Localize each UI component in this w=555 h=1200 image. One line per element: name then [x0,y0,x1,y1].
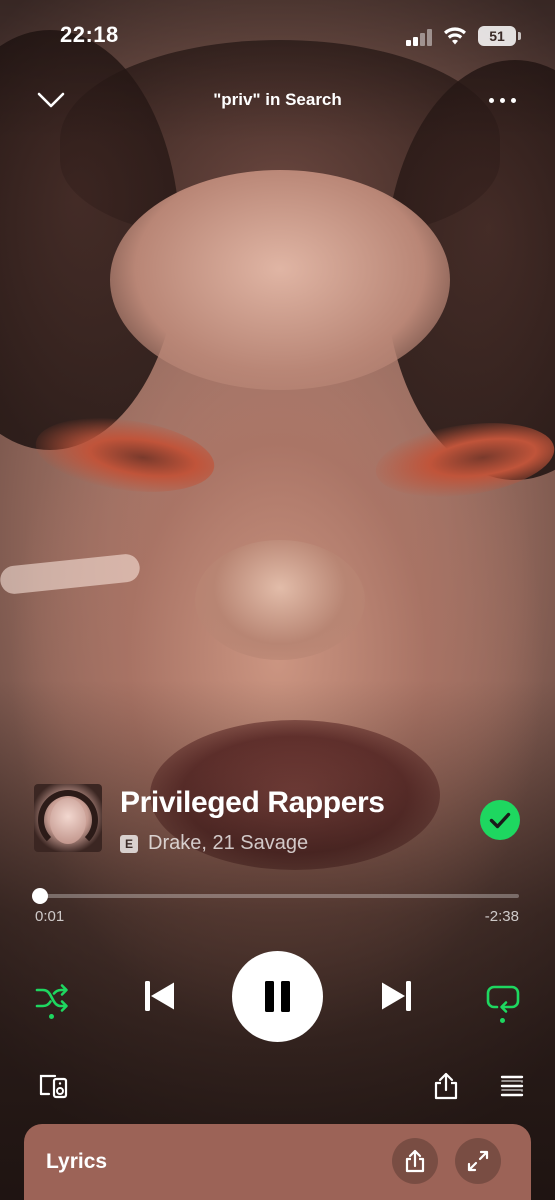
expand-icon [467,1150,489,1172]
lyrics-card[interactable]: Lyrics [24,1124,531,1200]
progress-bar[interactable] [31,888,519,904]
next-icon [382,981,411,1011]
album-cover[interactable] [34,784,102,852]
connect-device-icon [39,1074,68,1099]
pause-button[interactable] [232,951,323,1042]
progress-knob[interactable] [31,888,48,904]
previous-icon [145,981,174,1011]
check-icon [489,812,511,829]
shuffle-icon [35,984,68,1012]
lyrics-title: Lyrics [46,1150,108,1173]
shuffle-button[interactable] [34,980,70,1019]
track-artists-row: E Drake, 21 Savage [120,832,308,855]
player-header: "priv" in Search [0,84,555,118]
connect-device-button[interactable] [38,1070,70,1102]
explicit-badge: E [120,834,138,853]
previous-button[interactable] [140,976,180,1016]
lyrics-share-button[interactable] [392,1138,438,1184]
shuffle-active-dot [49,1014,54,1019]
remaining-time: -2:38 [484,908,519,925]
status-time: 22:18 [60,22,119,47]
queue-button[interactable] [496,1070,528,1102]
repeat-button[interactable] [484,980,522,1023]
share-icon [405,1149,425,1173]
elapsed-time: 0:01 [35,908,65,925]
liked-button[interactable] [480,800,520,840]
wifi-icon [444,27,466,45]
status-bar: 22:18 51 [0,22,555,52]
queue-icon [500,1075,524,1097]
repeat-active-dot [500,1018,505,1023]
cellular-signal-icon [406,28,432,46]
playing-context-label: "priv" in Search [213,90,342,109]
battery-indicator: 51 [478,26,521,46]
repeat-icon [486,985,520,1013]
share-icon [434,1072,458,1100]
lyrics-expand-button[interactable] [455,1138,501,1184]
more-icon[interactable] [486,90,520,110]
share-button[interactable] [430,1070,462,1102]
track-artists[interactable]: Drake, 21 Savage [148,832,308,855]
next-button[interactable] [376,976,416,1016]
track-title[interactable]: Privileged Rappers [120,786,385,820]
